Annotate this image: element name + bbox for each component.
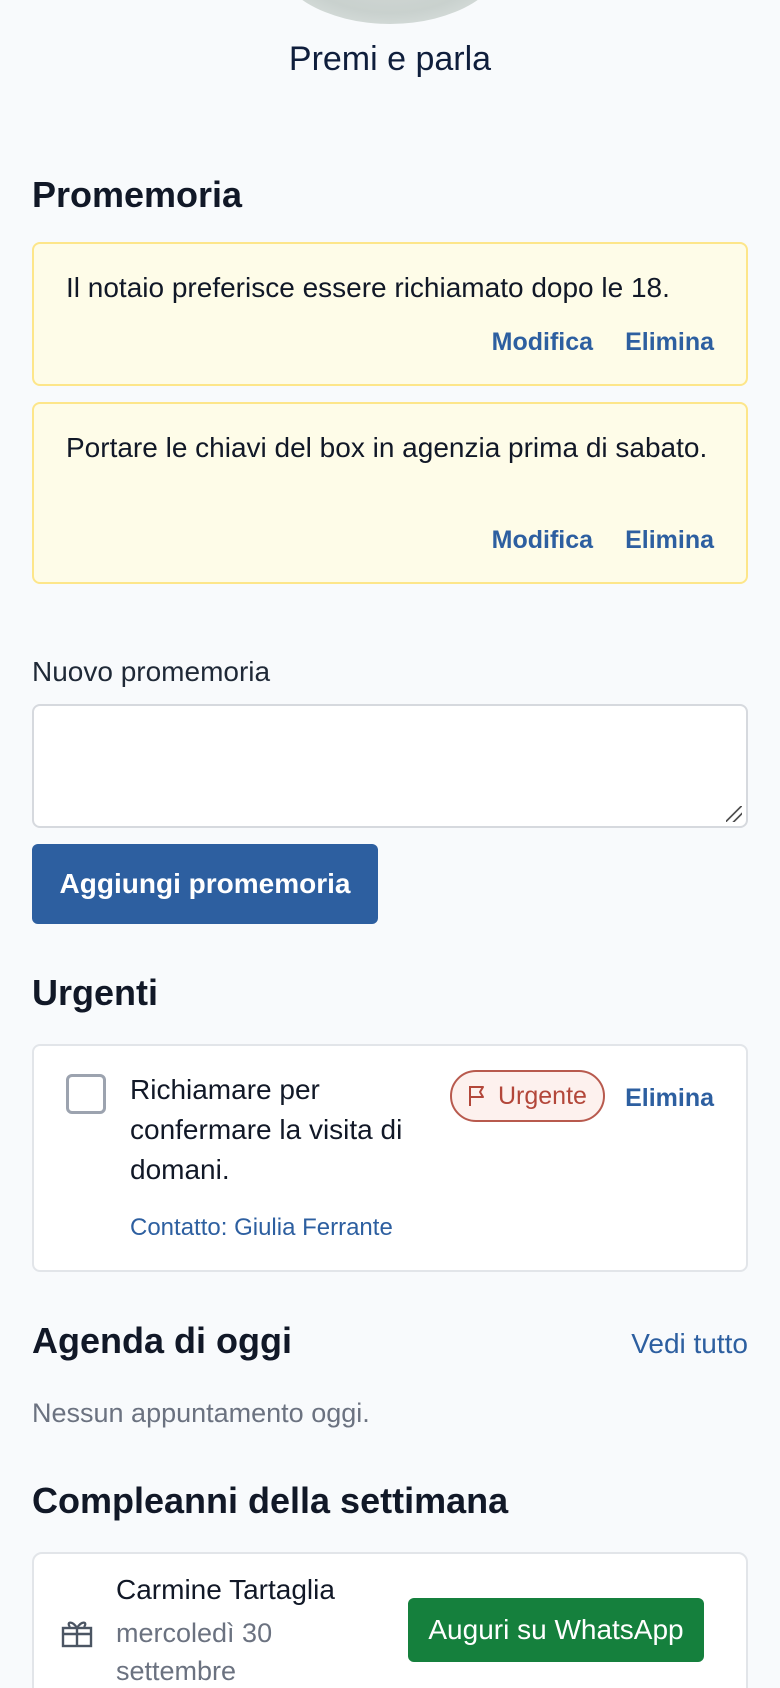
birthday-date: mercoledì 30 settembre [116, 1618, 273, 1686]
birthdays-title: Compleanni della settimana [32, 1480, 509, 1521]
reminder-text: Il notaio preferisce essere richiamato d… [66, 272, 670, 303]
reminder-card: Il notaio preferisce essere richiamato d… [32, 242, 748, 386]
flag-icon [468, 1085, 486, 1107]
urgent-task-text: Richiamare per confermare la visita di d… [130, 1074, 403, 1185]
reminder-text: Portare le chiavi del box in agenzia pri… [66, 432, 708, 463]
birthday-card: Carmine Tartaglia mercoledì 30 settembre… [32, 1552, 748, 1688]
urgent-title: Urgenti [32, 972, 158, 1013]
urgent-badge: Urgente [450, 1070, 605, 1122]
whatsapp-wishes-button[interactable]: Auguri su WhatsApp [408, 1598, 704, 1662]
delete-urgent-button[interactable]: Elimina [625, 1084, 714, 1113]
delete-reminder-button[interactable]: Elimina [625, 328, 714, 357]
urgent-badge-label: Urgente [498, 1081, 587, 1110]
new-reminder-label: Nuovo promemoria [32, 656, 271, 687]
birthday-contact-name: Carmine Tartaglia [116, 1574, 335, 1605]
voice-record-button[interactable] [273, 0, 507, 24]
voice-record-label: Premi e parla [288, 40, 492, 78]
agenda-empty-text: Nessun appuntamento oggi. [32, 1398, 370, 1428]
textarea-resize-handle[interactable] [726, 806, 742, 822]
urgent-task-contact[interactable]: Contatto: Giulia Ferrante [130, 1214, 393, 1242]
edit-reminder-button[interactable]: Modifica [492, 328, 593, 357]
see-all-agenda-link[interactable]: Vedi tutto [631, 1328, 748, 1360]
gift-icon [60, 1618, 94, 1653]
edit-reminder-button[interactable]: Modifica [492, 526, 593, 555]
new-reminder-input[interactable] [32, 704, 748, 828]
task-checkbox[interactable] [66, 1074, 106, 1114]
reminder-card: Portare le chiavi del box in agenzia pri… [32, 402, 748, 584]
agenda-title: Agenda di oggi [32, 1320, 292, 1361]
urgent-task-card: Richiamare per confermare la visita di d… [32, 1044, 748, 1272]
reminders-title: Promemoria [32, 174, 243, 215]
delete-reminder-button[interactable]: Elimina [625, 526, 714, 555]
add-reminder-button[interactable]: Aggiungi promemoria [32, 844, 378, 924]
